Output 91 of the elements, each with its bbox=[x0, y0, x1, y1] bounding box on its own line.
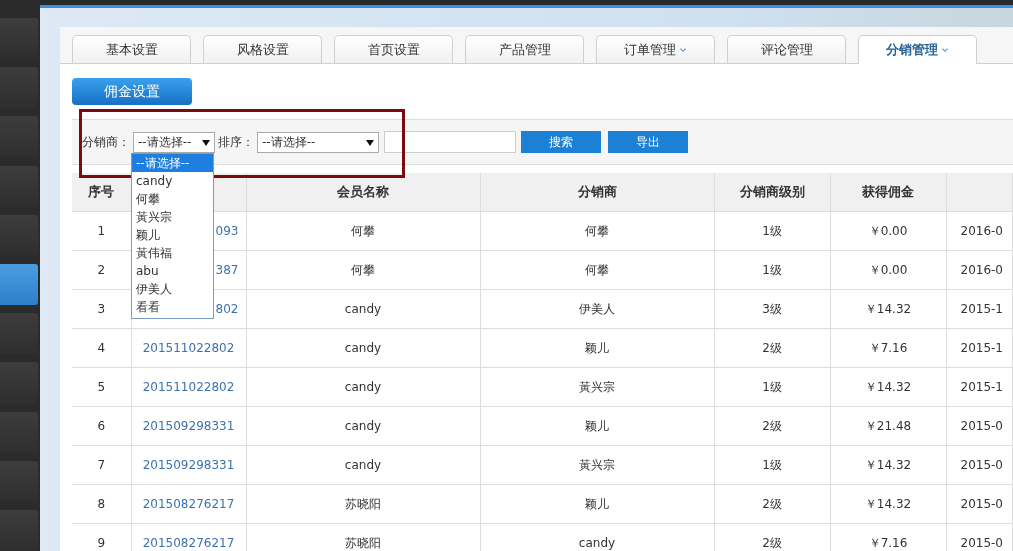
table-cell: ￥7.16 bbox=[830, 523, 946, 551]
dropdown-option[interactable]: 伊美人 bbox=[132, 280, 213, 298]
table-cell: 2级 bbox=[714, 484, 830, 523]
caret-icon bbox=[679, 46, 687, 53]
table-cell: 7 bbox=[72, 445, 131, 484]
table-cell: 黃兴宗 bbox=[480, 367, 714, 406]
table-cell: ￥21.48 bbox=[830, 406, 946, 445]
dropdown-option[interactable]: candy bbox=[132, 172, 213, 190]
export-button[interactable]: 导出 bbox=[608, 131, 688, 153]
table-cell: 颖儿 bbox=[480, 484, 714, 523]
dropdown-option[interactable]: --请选择-- bbox=[132, 154, 213, 172]
tab[interactable]: 基本设置 bbox=[72, 35, 191, 63]
table-cell: candy bbox=[246, 367, 480, 406]
table-cell: candy bbox=[246, 406, 480, 445]
column-header: 分销商级别 bbox=[714, 173, 830, 211]
column-header: 会员名称 bbox=[246, 173, 480, 211]
column-header: 获得佣金 bbox=[830, 173, 946, 211]
table-cell: 2级 bbox=[714, 328, 830, 367]
table-cell: ￥14.32 bbox=[830, 289, 946, 328]
table-cell: candy bbox=[480, 523, 714, 551]
column-header: 序号 bbox=[72, 173, 131, 211]
table-cell: ￥0.00 bbox=[830, 211, 946, 250]
table-cell: 1级 bbox=[714, 445, 830, 484]
column-header: 分销商 bbox=[480, 173, 714, 211]
table-cell: ￥0.00 bbox=[830, 250, 946, 289]
sidebar-item[interactable] bbox=[0, 263, 38, 306]
table-cell: candy bbox=[246, 289, 480, 328]
tab[interactable]: 风格设置 bbox=[203, 35, 322, 63]
table-cell: 9 bbox=[72, 523, 131, 551]
table-cell: 2015-1 bbox=[946, 367, 1013, 406]
tab[interactable]: 评论管理 bbox=[727, 35, 846, 63]
dropdown-option[interactable]: 看看 bbox=[132, 298, 213, 316]
table-cell: 2015-0 bbox=[946, 406, 1013, 445]
caret-icon bbox=[941, 47, 949, 53]
dropdown-arrow-icon bbox=[202, 138, 210, 146]
tab[interactable]: 首页设置 bbox=[334, 35, 453, 63]
table-cell: ￥7.16 bbox=[830, 328, 946, 367]
table-cell: 颖儿 bbox=[480, 406, 714, 445]
table-cell: 4 bbox=[72, 328, 131, 367]
table-cell: 苏晓阳 bbox=[246, 484, 480, 523]
tab[interactable]: 订单管理 bbox=[596, 35, 715, 63]
sort-select[interactable]: --请选择-- bbox=[257, 131, 379, 153]
table-cell: 6 bbox=[72, 406, 131, 445]
table-cell: 2015-1 bbox=[946, 328, 1013, 367]
table-cell: 2级 bbox=[714, 406, 830, 445]
distributor-select[interactable]: --请选择-- bbox=[133, 131, 215, 153]
table-cell: candy bbox=[246, 445, 480, 484]
table-cell: 2015-1 bbox=[946, 289, 1013, 328]
table-cell: 何攀 bbox=[480, 211, 714, 250]
order-link[interactable]: 201508276217 bbox=[131, 484, 246, 523]
table-cell: 颖儿 bbox=[480, 328, 714, 367]
tab[interactable]: 分销管理 bbox=[858, 35, 977, 64]
tab[interactable]: 产品管理 bbox=[465, 35, 584, 63]
table-cell: 2016-0 bbox=[946, 211, 1013, 250]
table-cell: 伊美人 bbox=[480, 289, 714, 328]
table-cell: ￥14.32 bbox=[830, 367, 946, 406]
table-cell: 1级 bbox=[714, 367, 830, 406]
table-cell: 8 bbox=[72, 484, 131, 523]
dropdown-arrow-icon bbox=[366, 138, 374, 146]
table-cell: 3级 bbox=[714, 289, 830, 328]
table-cell: 2015-0 bbox=[946, 484, 1013, 523]
order-link[interactable]: 201509298331 bbox=[131, 445, 246, 484]
dropdown-option[interactable]: 颖儿 bbox=[132, 226, 213, 244]
table-cell: ￥14.32 bbox=[830, 445, 946, 484]
table-cell: 1级 bbox=[714, 211, 830, 250]
order-link[interactable]: 201508276217 bbox=[131, 523, 246, 551]
dropdown-option[interactable]: 黃兴宗 bbox=[132, 208, 213, 226]
table-cell: 2016-0 bbox=[946, 250, 1013, 289]
table-cell: 何攀 bbox=[246, 250, 480, 289]
table-cell: 5 bbox=[72, 367, 131, 406]
dropdown-option[interactable]: 黃伟福 bbox=[132, 244, 213, 262]
search-field[interactable] bbox=[384, 131, 516, 153]
table-cell: 2015-0 bbox=[946, 523, 1013, 551]
dropdown-option[interactable]: abu bbox=[132, 262, 213, 280]
table-cell: 2级 bbox=[714, 523, 830, 551]
search-button[interactable]: 搜索 bbox=[521, 131, 601, 153]
filter-label: 排序： bbox=[218, 134, 254, 151]
table-cell: 苏晓阳 bbox=[246, 523, 480, 551]
commission-settings-button[interactable]: 佣金设置 bbox=[72, 78, 192, 105]
table-cell: 2015-0 bbox=[946, 445, 1013, 484]
table-cell: 1级 bbox=[714, 250, 830, 289]
order-link[interactable]: 201511022802 bbox=[131, 367, 246, 406]
dropdown-option[interactable]: 何攀 bbox=[132, 190, 213, 208]
order-link[interactable]: 201511022802 bbox=[131, 328, 246, 367]
table-cell: 何攀 bbox=[246, 211, 480, 250]
table-cell: candy bbox=[246, 328, 480, 367]
table-cell: ￥14.32 bbox=[830, 484, 946, 523]
table-cell: 何攀 bbox=[480, 250, 714, 289]
table-cell: 黃兴宗 bbox=[480, 445, 714, 484]
order-link[interactable]: 201509298331 bbox=[131, 406, 246, 445]
filter-label: 分销商： bbox=[82, 134, 130, 151]
